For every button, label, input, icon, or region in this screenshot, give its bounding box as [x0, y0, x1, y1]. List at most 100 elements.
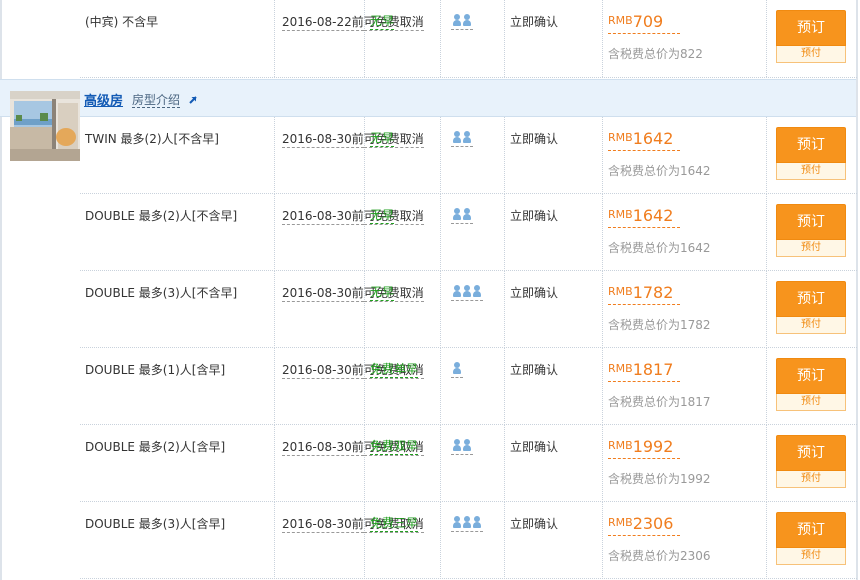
- cancel-policy[interactable]: 2016-08-30前可免费取消: [282, 207, 424, 225]
- price-currency: RMB: [608, 285, 633, 298]
- max-guests-icons[interactable]: [451, 131, 473, 147]
- confirm-status: 立即确认: [510, 209, 559, 223]
- room-type-name: DOUBLE 最多(3)人[不含早]: [85, 286, 238, 300]
- rate-row: DOUBLE 最多(2)人[不含早] 2016-08-30前可免费取消 无早 立即确认…: [80, 194, 857, 271]
- max-guests-icons[interactable]: [451, 362, 463, 378]
- cancel-deadline: 2016-08-30前: [282, 209, 364, 225]
- column-divider: [766, 271, 767, 348]
- person-icon: [453, 14, 461, 28]
- room-type-name: TWIN 最多(2)人[不含早]: [85, 132, 219, 146]
- breakfast-label[interactable]: 无早: [370, 13, 395, 30]
- price-display[interactable]: RMB1992: [608, 437, 680, 459]
- room-intro-link[interactable]: 房型介绍: [132, 91, 198, 108]
- column-divider: [766, 117, 767, 194]
- max-guests-icons[interactable]: [451, 516, 483, 532]
- total-price-note: 含税费总价为1817: [608, 395, 711, 409]
- breakfast-label[interactable]: 免费三早: [370, 515, 419, 532]
- price-amount: 2306: [632, 514, 674, 533]
- book-button[interactable]: 预订: [776, 358, 846, 394]
- price-display[interactable]: RMB2306: [608, 514, 680, 536]
- column-divider: [364, 502, 365, 579]
- breakfast-label[interactable]: 免费单早: [370, 361, 419, 378]
- price-display[interactable]: RMB1642: [608, 206, 680, 228]
- person-icon: [463, 14, 471, 28]
- max-guests-icons[interactable]: [451, 285, 483, 301]
- person-icon: [453, 285, 461, 299]
- column-divider: [364, 117, 365, 194]
- column-divider: [766, 425, 767, 502]
- cancel-policy[interactable]: 2016-08-22前可免费取消: [282, 13, 424, 31]
- person-icon: [453, 516, 461, 530]
- prepay-label: 预付: [776, 317, 846, 334]
- column-divider: [274, 0, 275, 77]
- column-divider: [440, 271, 441, 348]
- confirm-status: 立即确认: [510, 15, 559, 29]
- cancel-deadline: 2016-08-30前: [282, 363, 364, 379]
- price-display[interactable]: RMB709: [608, 12, 680, 34]
- prepay-label: 预付: [776, 471, 846, 488]
- person-icon: [463, 285, 471, 299]
- price-amount: 1642: [632, 206, 674, 225]
- column-divider: [766, 502, 767, 579]
- prepay-label: 预付: [776, 163, 846, 180]
- rate-row: (中宾) 不含早 2016-08-22前可免费取消 无早 立即确认 RMB709 含税费总…: [80, 0, 857, 78]
- price-display[interactable]: RMB1782: [608, 283, 680, 305]
- room-thumbnail[interactable]: [10, 91, 80, 161]
- column-divider: [504, 502, 505, 579]
- cancel-deadline: 2016-08-30前: [282, 517, 364, 533]
- max-guests-icons[interactable]: [451, 208, 473, 224]
- book-button[interactable]: 预订: [776, 10, 846, 46]
- room-group-title[interactable]: 高级房: [84, 90, 123, 109]
- price-display[interactable]: RMB1817: [608, 360, 680, 382]
- breakfast-label[interactable]: 免费双早: [370, 438, 419, 455]
- confirm-status: 立即确认: [510, 440, 559, 454]
- rate-row: DOUBLE 最多(2)人[含早] 2016-08-30前可免费取消 免费双早 立即确…: [80, 425, 857, 502]
- external-arrow-icon: [189, 96, 197, 104]
- column-divider: [602, 271, 603, 348]
- total-price-note: 含税费总价为1782: [608, 318, 711, 332]
- book-button[interactable]: 预订: [776, 435, 846, 471]
- room-type-name: DOUBLE 最多(2)人[含早]: [85, 440, 226, 454]
- person-icon: [473, 516, 481, 530]
- room-type-name: DOUBLE 最多(3)人[含早]: [85, 517, 226, 531]
- person-icon: [453, 362, 461, 376]
- cancel-policy[interactable]: 2016-08-30前可免费取消: [282, 130, 424, 148]
- person-icon: [463, 439, 471, 453]
- breakfast-label[interactable]: 无早: [370, 130, 395, 147]
- column-divider: [274, 271, 275, 348]
- person-icon: [463, 131, 471, 145]
- book-button[interactable]: 预订: [776, 512, 846, 548]
- max-guests-icons[interactable]: [451, 439, 473, 455]
- total-price-note: 含税费总价为2306: [608, 549, 711, 563]
- book-block: 预订 预付: [776, 204, 846, 257]
- cancel-deadline: 2016-08-22前: [282, 15, 364, 31]
- book-block: 预订 预付: [776, 358, 846, 411]
- column-divider: [440, 502, 441, 579]
- column-divider: [504, 0, 505, 77]
- book-block: 预订 预付: [776, 281, 846, 334]
- room-type-name: DOUBLE 最多(2)人[不含早]: [85, 209, 238, 223]
- breakfast-label[interactable]: 无早: [370, 284, 395, 301]
- total-price-note: 含税费总价为1642: [608, 241, 711, 255]
- breakfast-label[interactable]: 无早: [370, 207, 395, 224]
- confirm-status: 立即确认: [510, 286, 559, 300]
- room-intro-label: 房型介绍: [132, 93, 181, 108]
- price-amount: 709: [632, 12, 664, 31]
- book-button[interactable]: 预订: [776, 281, 846, 317]
- book-button[interactable]: 预订: [776, 204, 846, 240]
- book-button[interactable]: 预订: [776, 127, 846, 163]
- prepay-label: 预付: [776, 548, 846, 565]
- column-divider: [602, 117, 603, 194]
- column-divider: [274, 348, 275, 425]
- price-currency: RMB: [608, 516, 633, 529]
- column-divider: [602, 502, 603, 579]
- book-block: 预订 预付: [776, 512, 846, 565]
- price-display[interactable]: RMB1642: [608, 129, 680, 151]
- cancel-policy[interactable]: 2016-08-30前可免费取消: [282, 284, 424, 302]
- prepay-label: 预付: [776, 394, 846, 411]
- column-divider: [766, 348, 767, 425]
- price-amount: 1817: [632, 360, 674, 379]
- max-guests-icons[interactable]: [451, 14, 473, 30]
- column-divider: [364, 271, 365, 348]
- column-divider: [602, 348, 603, 425]
